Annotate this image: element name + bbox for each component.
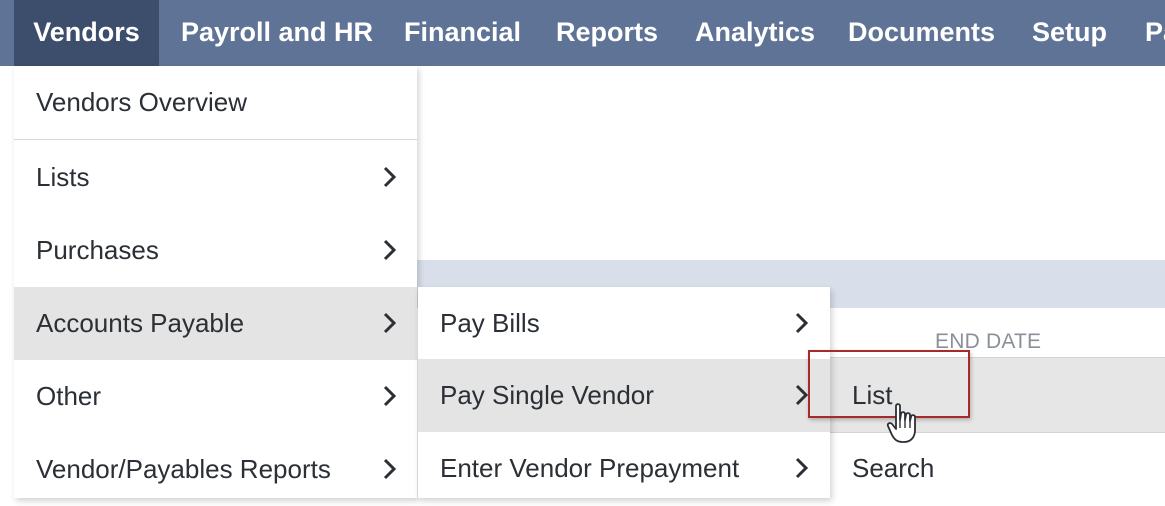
menu-item-vendors-overview[interactable]: Vendors Overview [14,66,417,139]
chevron-right-icon [383,312,397,334]
chevron-right-icon [383,385,397,407]
menu-item-label: Vendor/Payables Reports [36,454,331,484]
menu-item-label: Purchases [36,235,159,265]
menu-item-lists[interactable]: Lists [14,141,417,214]
menu-item-pay-bills[interactable]: Pay Bills [418,287,830,360]
nav-analytics[interactable]: Analytics [695,0,815,66]
menu-item-label: Lists [36,162,90,192]
table-divider [830,432,1165,433]
menu-item-label: Accounts Payable [36,308,245,338]
nav-overflow-label: Pa [1145,17,1165,47]
menu-divider [14,139,417,140]
nav-reports[interactable]: Reports [556,0,658,66]
accounts-payable-submenu: Pay Bills Pay Single Vendor Enter Vendor… [418,287,830,498]
menu-item-label: Other [36,381,102,411]
nav-documents[interactable]: Documents [848,0,995,66]
menu-item-label: Pay Single Vendor [440,380,654,410]
menu-item-label: Enter Vendor Prepayment [440,453,740,483]
menu-item-search[interactable]: Search [852,453,934,484]
menu-item-label: Pay Bills [440,308,540,338]
nav-overflow-item[interactable]: Pa [1145,0,1165,66]
nav-setup-label: Setup [1032,17,1108,47]
menu-item-vendor-payables-reports[interactable]: Vendor/Payables Reports [14,433,417,506]
hand-cursor-icon [886,403,916,443]
vendors-dropdown-menu: Vendors Overview Lists Purchases Account… [14,66,417,498]
page-left-margin [0,66,14,498]
menu-item-enter-vendor-prepayment[interactable]: Enter Vendor Prepayment [418,432,830,505]
menu-item-other[interactable]: Other [14,360,417,433]
chevron-right-icon [383,239,397,261]
nav-payroll-and-hr[interactable]: Payroll and HR [181,0,373,66]
nav-payroll-label: Payroll and HR [181,17,374,47]
nav-setup[interactable]: Setup [1032,0,1107,66]
nav-vendors[interactable]: Vendors [14,0,159,66]
nav-financial-label: Financial [404,17,522,47]
chevron-right-icon [383,166,397,188]
menu-item-label: Search [852,453,935,483]
menu-item-label: Vendors Overview [36,87,247,117]
nav-financial[interactable]: Financial [404,0,521,66]
nav-reports-label: Reports [556,17,659,47]
menu-item-purchases[interactable]: Purchases [14,214,417,287]
menu-item-pay-single-vendor[interactable]: Pay Single Vendor [418,359,830,432]
nav-vendors-label: Vendors [33,17,140,47]
menu-item-accounts-payable[interactable]: Accounts Payable [14,287,417,360]
chevron-right-icon [383,458,397,480]
top-navigation-bar: Vendors Payroll and HR Financial Reports… [0,0,1165,66]
nav-analytics-label: Analytics [695,17,816,47]
nav-documents-label: Documents [848,17,996,47]
chevron-right-icon [795,457,809,479]
chevron-right-icon [795,312,809,334]
